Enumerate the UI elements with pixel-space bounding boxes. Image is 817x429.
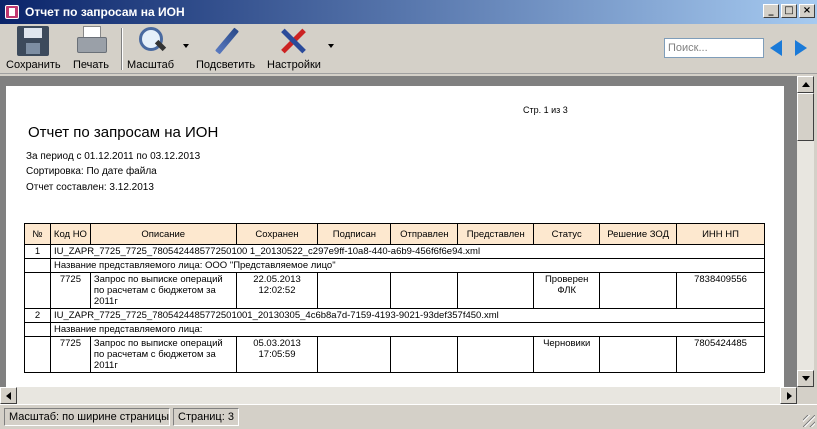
col-header: Код НО — [49, 223, 91, 245]
scroll-thumb[interactable] — [797, 93, 814, 141]
pages-status: Страниц: 3 — [173, 408, 239, 426]
col-header: Подписан — [317, 223, 392, 245]
document-viewport: Стр. 1 из 3 Отчет по запросам на ИОН За … — [0, 76, 797, 387]
zoom-button[interactable]: Масштаб — [127, 26, 174, 72]
settings-dropdown-icon[interactable] — [328, 44, 334, 48]
inn: 7838409556 — [676, 272, 765, 309]
save-label: Сохранить — [6, 59, 61, 71]
window-title: Отчет по запросам на ИОН — [25, 5, 185, 19]
table-row: 7725 Запрос по выписке операций по расче… — [24, 336, 765, 373]
description: Запрос по выписке операций по расчетам с… — [89, 272, 237, 309]
presented — [457, 336, 535, 373]
report-sort: Сортировка: По дате файла — [26, 166, 157, 177]
col-header: Отправлен — [390, 223, 459, 245]
print-button[interactable]: Печать — [73, 26, 109, 72]
col-header: Описание — [89, 223, 237, 245]
scroll-right-button[interactable] — [780, 387, 797, 404]
inn: 7805424485 — [676, 336, 765, 373]
file-name: IU_ZAPR_7725_7725_780542448577250100 1_2… — [49, 244, 766, 259]
scroll-corner — [797, 387, 817, 404]
description: Запрос по выписке операций по расчетам с… — [89, 336, 237, 373]
represented-person: Название представляемого лица: ООО "Пред… — [49, 258, 766, 273]
scroll-down-button[interactable] — [797, 370, 814, 387]
tax-office-code: 7725 — [49, 272, 91, 309]
horizontal-scrollbar[interactable] — [0, 387, 797, 404]
scroll-up-button[interactable] — [797, 76, 814, 93]
table-row: Название представляемого лица: ООО "Пред… — [24, 258, 766, 273]
vertical-scrollbar[interactable] — [797, 76, 814, 387]
arrow-right-icon — [787, 392, 792, 400]
search-input[interactable]: Поиск... — [664, 38, 764, 58]
status: Черновики — [533, 336, 601, 373]
table-header: № Код НО Описание Сохранен Подписан Отпр… — [24, 223, 765, 245]
arrow-down-icon — [802, 376, 810, 381]
represented-person: Название представляемого лица: — [49, 322, 766, 337]
col-header: № — [24, 223, 51, 245]
row-number: 1 — [24, 244, 51, 259]
zoom-status: Масштаб: по ширине страницы — [4, 408, 170, 426]
maximize-button[interactable]: □ — [781, 4, 797, 18]
next-arrow-icon[interactable] — [795, 40, 807, 56]
app-icon — [5, 5, 19, 19]
status-bar: Масштаб: по ширине страницы Страниц: 3 — [0, 404, 817, 429]
signed — [317, 272, 392, 309]
saved-datetime: 22.05.2013 12:02:52 — [235, 272, 319, 309]
arrow-left-icon — [6, 392, 11, 400]
close-button[interactable]: × — [799, 4, 815, 18]
floppy-disk-icon — [17, 26, 50, 56]
pen-icon — [210, 26, 242, 56]
page-indicator: Стр. 1 из 3 — [523, 105, 568, 115]
report-table: № Код НО Описание Сохранен Подписан Отпр… — [24, 223, 766, 373]
toolbar-separator — [121, 28, 123, 70]
col-header: Представлен — [457, 223, 535, 245]
col-header: Статус — [533, 223, 601, 245]
save-button[interactable]: Сохранить — [6, 26, 61, 72]
col-header: Решение ЗОД — [599, 223, 678, 245]
row-number: 2 — [24, 308, 51, 323]
tools-icon — [278, 26, 310, 56]
zoom-dropdown-icon[interactable] — [183, 44, 189, 48]
table-row: 1 IU_ZAPR_7725_7725_780542448577250100 1… — [24, 244, 766, 259]
arrow-up-icon — [802, 82, 810, 87]
printer-icon — [75, 26, 108, 56]
sent — [390, 272, 459, 309]
saved-datetime: 05.03.2013 17:05:59 — [235, 336, 319, 373]
report-page: Стр. 1 из 3 Отчет по запросам на ИОН За … — [6, 86, 784, 387]
highlight-button[interactable]: Подсветить — [196, 26, 255, 72]
sent — [390, 336, 459, 373]
resize-grip-icon[interactable] — [803, 415, 815, 427]
table-row: Название представляемого лица: — [24, 322, 766, 337]
status: Проверен ФЛК — [533, 272, 601, 309]
signed — [317, 336, 392, 373]
settings-button[interactable]: Настройки — [267, 26, 321, 72]
file-name: IU_ZAPR_7725_7725_7805424485772501001_20… — [49, 308, 766, 323]
title-bar: Отчет по запросам на ИОН _ □ × — [0, 0, 817, 24]
magnifier-icon — [135, 26, 167, 56]
report-title: Отчет по запросам на ИОН — [28, 124, 219, 141]
prev-arrow-icon[interactable] — [770, 40, 782, 56]
minimize-button[interactable]: _ — [763, 4, 779, 18]
presented — [457, 272, 535, 309]
highlight-label: Подсветить — [196, 59, 256, 71]
report-period: За период с 01.12.2011 по 03.12.2013 — [26, 151, 201, 162]
settings-label: Настройки — [267, 59, 321, 71]
tax-office-code: 7725 — [49, 336, 91, 373]
table-row: 7725 Запрос по выписке операций по расче… — [24, 272, 765, 309]
scroll-left-button[interactable] — [0, 387, 17, 404]
decision — [599, 336, 678, 373]
print-label: Печать — [73, 59, 110, 71]
decision — [599, 272, 678, 309]
report-created: Отчет составлен: 3.12.2013 — [26, 182, 154, 193]
col-header: Сохранен — [235, 223, 319, 245]
col-header: ИНН НП — [676, 223, 765, 245]
zoom-label: Масштаб — [127, 59, 175, 71]
table-row: 2 IU_ZAPR_7725_7725_7805424485772501001_… — [24, 308, 766, 323]
